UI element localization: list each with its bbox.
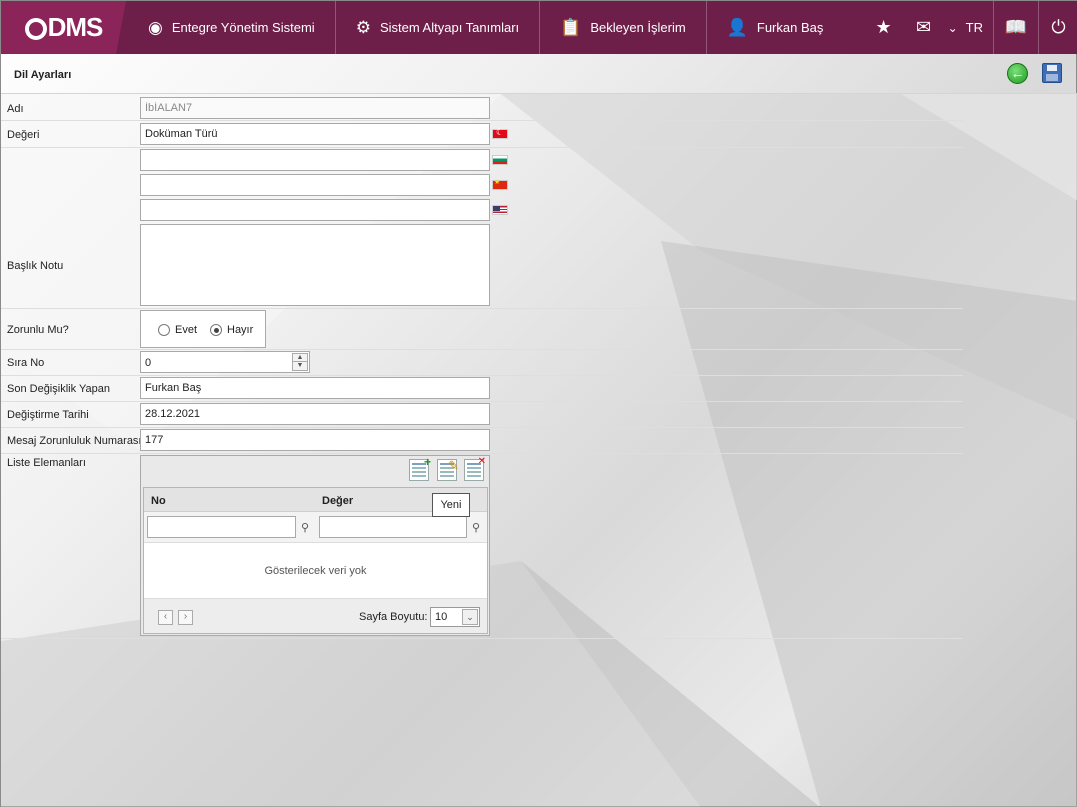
value-cn-input[interactable] [140,174,490,196]
flag-cn-icon [492,178,508,190]
note-label: Başlık Notu [7,260,64,272]
page-size-label: Sayfa Boyutu: [359,611,428,623]
list-label: Liste Elemanları [7,457,86,469]
modified-date-label: Değiştirme Tarihi [7,409,89,421]
order-label: Sıra No [7,357,45,369]
language-selector[interactable]: ⌄ TR [944,1,993,54]
row-divider [1,427,963,428]
flag-tr-icon [492,127,508,139]
prev-page-button[interactable]: ‹ [158,610,173,625]
language-code: TR [965,20,983,35]
logo-text: DMS [47,12,104,42]
row-divider [1,308,963,309]
filter-icon[interactable]: ⚲ [301,521,309,534]
nav-item-bekleyen-islerim[interactable]: 📋 Bekleyen İşlerim [540,1,707,54]
nav-item-user[interactable]: 👤 Furkan Baş [707,1,844,54]
tooltip-new: Yeni [432,493,470,517]
column-header-no[interactable]: No [151,495,166,507]
stepper-buttons: ▲ ▼ [292,353,308,371]
message-number-input[interactable] [140,429,490,451]
modified-date-input[interactable] [140,403,490,425]
order-value: 0 [145,357,152,369]
nav-item-label: Bekleyen İşlerim [590,20,686,35]
name-label: Adı [7,103,24,115]
grid-empty-message: Gösterilecek veri yok [264,565,367,577]
back-button[interactable]: ← [1007,63,1028,84]
page-size-select[interactable]: 10 ⌄ [430,607,480,627]
last-modifier-input[interactable] [140,377,490,399]
q-circle-icon: ◉ [148,17,163,37]
row-divider [1,375,963,376]
stepper-down-icon[interactable]: ▼ [293,362,307,370]
last-modifier-label: Son Değişiklik Yapan [7,383,110,395]
app-logo[interactable]: DMS [1,1,126,54]
nav-item-sistem-altyapi[interactable]: ⚙ Sistem Altyapı Tanımları [336,1,541,54]
page-size-value: 10 [435,611,448,623]
delete-row-button[interactable] [464,456,486,481]
add-row-button[interactable] [409,455,431,481]
nav-right-group: ★ ✉ ⌄ TR 📖 ⏻ [864,1,1077,54]
radio-hayir[interactable]: Hayır [210,324,253,336]
flag-bg-icon [492,155,508,165]
filter-no-input[interactable] [147,516,296,538]
next-page-button[interactable]: › [178,610,193,625]
row-divider [1,147,963,148]
note-textarea[interactable] [140,224,490,306]
required-label: Zorunlu Mu? [7,324,69,336]
user-icon: 👤 [726,17,748,37]
value-tr-input[interactable] [140,123,490,145]
top-navigation-bar: DMS ◉ Entegre Yönetim Sistemi ⚙ Sistem A… [1,1,1077,54]
row-divider [1,638,963,639]
arrow-left-icon: ← [1010,65,1025,81]
row-divider [1,453,963,454]
star-icon[interactable]: ★ [864,1,904,54]
order-stepper[interactable]: 0 ▲ ▼ [140,351,310,373]
radio-label: Hayır [227,324,254,336]
value-us-input[interactable] [140,199,490,221]
message-number-label: Mesaj Zorunluluk Numarası [7,435,142,447]
page-title: Dil Ayarları [14,69,72,81]
radio-label: Evet [175,324,198,336]
gear-icon: ⚙ [355,17,371,37]
power-icon[interactable]: ⏻ [1038,1,1077,54]
radio-circle [158,324,170,336]
page-header: Dil Ayarları [1,54,1077,94]
stepper-up-icon[interactable]: ▲ [293,354,307,362]
filter-icon[interactable]: ⚲ [472,521,480,534]
row-divider [1,349,963,350]
required-radio-group: Evet Hayır [140,310,266,348]
radio-circle-selected [210,324,222,336]
clipboard-icon: 📋 [560,17,582,37]
mail-icon[interactable]: ✉ [904,1,944,54]
nav-item-entegre-yonetim[interactable]: ◉ Entegre Yönetim Sistemi [126,1,336,54]
edit-row-button[interactable] [437,458,459,481]
row-divider [1,401,963,402]
help-book-icon[interactable]: 📖 [993,1,1038,54]
grid-pager: ‹ › Sayfa Boyutu: 10 ⌄ [144,598,487,633]
value-label: Değeri [7,129,40,141]
logo-q-icon [24,17,47,40]
row-divider [1,120,963,121]
value-bg-input[interactable] [140,149,490,171]
list-panel: No Değer ⚲ ⚲ Gösterilecek veri yok ‹ › S… [140,455,490,636]
nav-item-label: Sistem Altyapı Tanımları [379,20,520,35]
chevron-down-icon: ⌄ [462,609,478,625]
column-header-value[interactable]: Değer [322,495,353,507]
flag-us-icon [492,205,508,215]
name-input[interactable] [140,97,490,119]
nav-item-label: Furkan Baş [756,20,824,35]
filter-value-input[interactable] [319,516,467,538]
chevron-down-icon: ⌄ [947,20,958,35]
radio-evet[interactable]: Evet [158,324,197,336]
nav-item-label: Entegre Yönetim Sistemi [171,20,315,35]
save-button[interactable] [1042,63,1062,83]
